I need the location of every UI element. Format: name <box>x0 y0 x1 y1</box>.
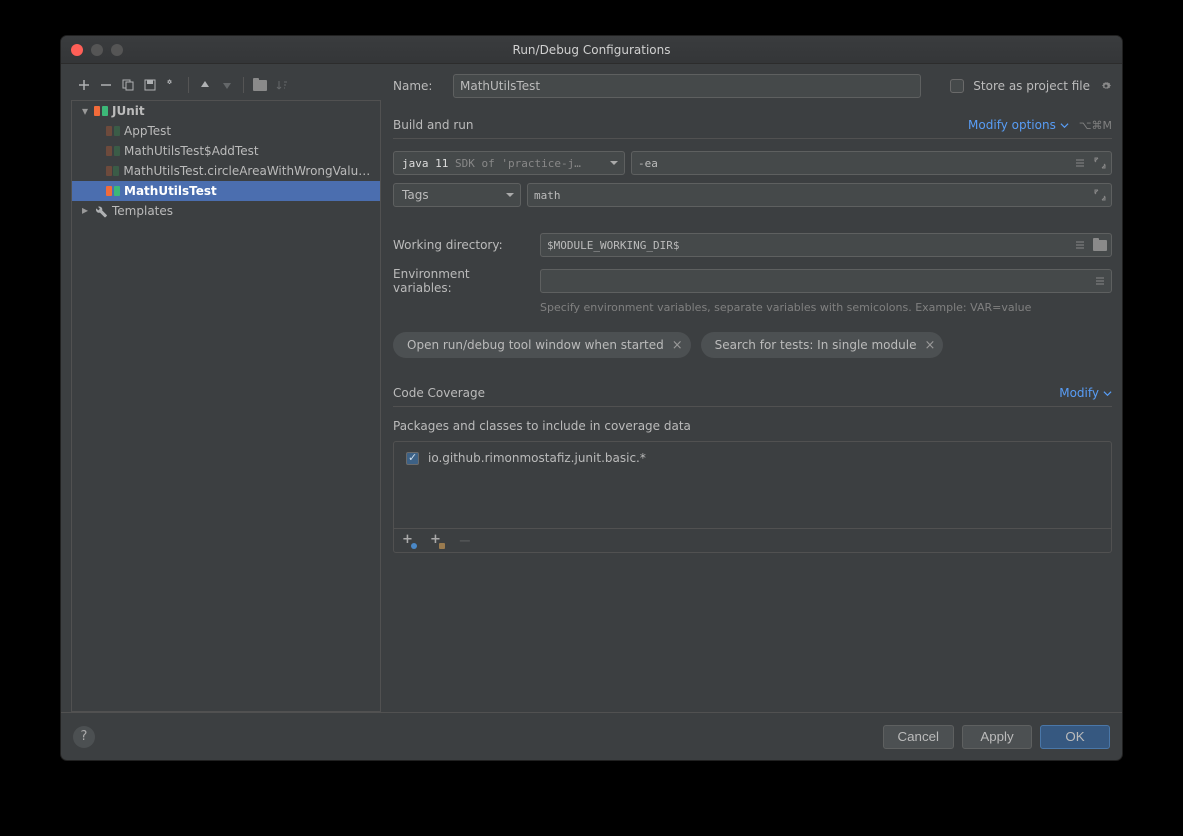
expand-field-icon[interactable] <box>1092 155 1108 171</box>
vm-options-input[interactable] <box>631 151 1112 175</box>
env-hint: Specify environment variables, separate … <box>540 301 1112 314</box>
remove-chip-icon[interactable]: × <box>924 339 935 352</box>
tree-item-mathutilstest-selected[interactable]: MathUtilsTest <box>72 181 380 201</box>
save-config-icon[interactable] <box>141 76 159 94</box>
env-variables-input[interactable] <box>540 269 1112 293</box>
tree-item-apptest[interactable]: AppTest <box>72 121 380 141</box>
remove-coverage-icon: − <box>456 532 474 550</box>
tree-item-label: MathUtilsTest$AddTest <box>124 144 259 158</box>
maximize-icon[interactable] <box>111 44 123 56</box>
chip-open-tool-window[interactable]: Open run/debug tool window when started … <box>393 332 691 358</box>
edit-config-icon[interactable] <box>163 76 181 94</box>
window-title: Run/Debug Configurations <box>513 43 671 57</box>
coverage-include-box: io.github.rimonmostafiz.junit.basic.* − <box>393 441 1112 553</box>
config-tree[interactable]: ▾ JUnit AppTest MathUtilsTest$AddTest <box>71 100 381 712</box>
section-title: Code Coverage <box>393 386 485 400</box>
test-kind-select[interactable]: Tags <box>393 183 521 207</box>
modify-options-link[interactable]: Modify options ⌥⌘M <box>968 118 1112 132</box>
coverage-item[interactable]: io.github.rimonmostafiz.junit.basic.* <box>402 448 1103 468</box>
add-package-icon[interactable] <box>428 532 446 550</box>
junit-icon <box>106 186 120 196</box>
store-label: Store as project file <box>973 79 1090 93</box>
tree-group-label: JUnit <box>112 104 145 118</box>
sidebar: ▾ JUnit AppTest MathUtilsTest$AddTest <box>71 74 381 712</box>
remove-config-icon[interactable] <box>97 76 115 94</box>
add-class-icon[interactable] <box>400 532 418 550</box>
dialog-content: ▾ JUnit AppTest MathUtilsTest$AddTest <box>61 64 1122 760</box>
move-down-icon <box>218 76 236 94</box>
store-checkbox[interactable] <box>950 79 964 93</box>
tree-item-mathutilstest-addtest[interactable]: MathUtilsTest$AddTest <box>72 141 380 161</box>
coverage-item-checkbox[interactable] <box>406 452 419 465</box>
title-bar: Run/Debug Configurations <box>61 36 1122 64</box>
tags-input[interactable] <box>527 183 1112 207</box>
sidebar-toolbar <box>71 74 381 100</box>
copy-config-icon[interactable] <box>119 76 137 94</box>
build-and-run-header: Build and run Modify options ⌥⌘M <box>393 118 1112 139</box>
chip-search-single-module[interactable]: Search for tests: In single module × <box>701 332 944 358</box>
sort-config-icon <box>273 76 291 94</box>
option-chips: Open run/debug tool window when started … <box>393 332 1112 358</box>
dialog-footer: ? Cancel Apply OK <box>61 712 1122 760</box>
coverage-subtitle: Packages and classes to include in cover… <box>393 419 1112 433</box>
tree-group-templates[interactable]: ▸ Templates <box>72 201 380 221</box>
tree-group-junit[interactable]: ▾ JUnit <box>72 101 380 121</box>
folder-config-icon[interactable] <box>251 76 269 94</box>
wrench-icon <box>94 204 108 218</box>
run-debug-configurations-dialog: Run/Debug Configurations <box>60 35 1123 761</box>
list-icon[interactable] <box>1092 273 1108 289</box>
remove-chip-icon[interactable]: × <box>672 339 683 352</box>
ok-button[interactable]: OK <box>1040 725 1110 749</box>
add-config-icon[interactable] <box>75 76 93 94</box>
junit-icon <box>106 166 119 176</box>
list-icon[interactable] <box>1072 155 1088 171</box>
code-coverage-header: Code Coverage Modify <box>393 386 1112 407</box>
help-icon[interactable]: ? <box>73 726 95 748</box>
tree-group-label: Templates <box>112 204 173 218</box>
coverage-item-label: io.github.rimonmostafiz.junit.basic.* <box>428 451 646 465</box>
name-input[interactable] <box>453 74 921 98</box>
window-controls <box>71 44 123 56</box>
browse-folder-icon[interactable] <box>1092 237 1108 253</box>
cancel-button[interactable]: Cancel <box>883 725 955 749</box>
coverage-toolbar: − <box>394 528 1111 552</box>
working-directory-label: Working directory: <box>393 238 528 252</box>
working-directory-input[interactable] <box>540 233 1112 257</box>
config-form: Name: Store as project file Build and ru… <box>381 74 1112 712</box>
move-up-icon[interactable] <box>196 76 214 94</box>
close-icon[interactable] <box>71 44 83 56</box>
tree-item-label: MathUtilsTest <box>124 184 217 198</box>
minimize-icon[interactable] <box>91 44 103 56</box>
collapse-icon[interactable]: ▾ <box>80 104 90 118</box>
list-icon[interactable] <box>1072 237 1088 253</box>
store-as-project-file[interactable]: Store as project file <box>946 76 1112 96</box>
modify-coverage-link[interactable]: Modify <box>1059 386 1112 400</box>
gear-icon[interactable] <box>1100 80 1112 92</box>
tree-item-label: MathUtilsTest.circleAreaWithWrongValueO… <box>123 164 376 178</box>
apply-button[interactable]: Apply <box>962 725 1032 749</box>
expand-field-icon[interactable] <box>1092 187 1108 203</box>
section-title: Build and run <box>393 118 473 132</box>
tree-item-mathutilstest-circlearea[interactable]: MathUtilsTest.circleAreaWithWrongValueO… <box>72 161 380 181</box>
junit-icon <box>106 126 120 136</box>
junit-icon <box>106 146 120 156</box>
expand-icon[interactable]: ▸ <box>80 203 90 217</box>
jdk-select[interactable]: java 11 SDK of 'practice-j… <box>393 151 625 175</box>
env-variables-label: Environment variables: <box>393 267 528 295</box>
tree-item-label: AppTest <box>124 124 171 138</box>
name-label: Name: <box>393 79 439 93</box>
junit-icon <box>94 106 108 116</box>
